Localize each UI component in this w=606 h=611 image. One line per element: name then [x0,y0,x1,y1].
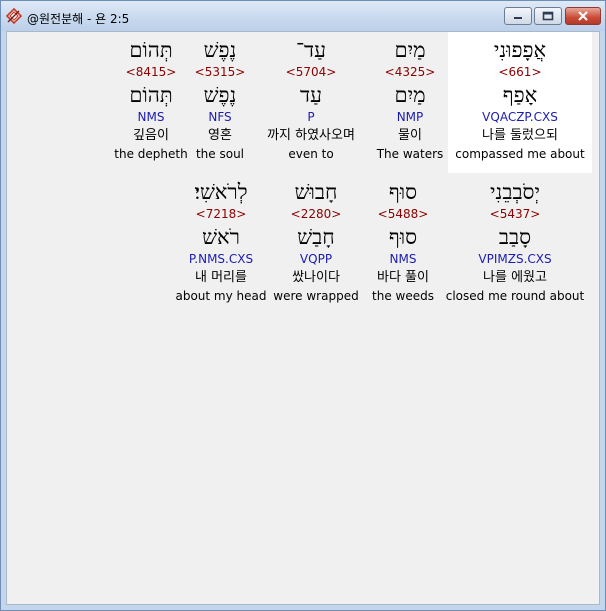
minimize-icon [514,17,522,19]
maximize-button[interactable] [534,7,562,25]
title-bar[interactable]: @원전분해 - 욘 2:5 [1,1,605,31]
parsing-code: P.NMS.CXS [188,252,254,266]
strong-number[interactable]: <7218> [149,206,293,223]
bible-app-icon [5,7,23,25]
hebrew-surface: לְרֹאשִׁי׃ [194,180,248,204]
hebrew-surface: תְּהוֹם [129,38,173,62]
minimize-button[interactable] [504,7,532,25]
korean-gloss: 깊음이 [133,128,169,143]
strong-number[interactable]: <8415> [79,64,223,81]
hebrew-lemma: תְּהוֹם [129,83,173,107]
word-cell-9[interactable]: לְרֹאשִׁי׃ <7218> רֹאשׁ P.NMS.CXS 내 머리를 … [149,178,293,304]
word-analysis-panel: אֲפָפוּנִי <661> אָפַף VQACZP.CXS 나를 둘렀으… [6,31,600,605]
window-title: @원전분해 - 욘 2:5 [27,12,130,26]
parsing-code: NMS [137,110,165,124]
korean-gloss: 내 머리를 [195,270,247,285]
english-gloss: about my head [175,289,267,303]
close-button[interactable] [565,7,601,25]
app-window: @원전분해 - 욘 2:5 אֲפָפוּנִי <661> אָפַף VQA… [0,0,606,611]
english-gloss: the depheth [114,147,188,161]
word-cell-5[interactable]: תְּהוֹם <8415> תְּהוֹם NMS 깊음이 the dephe… [79,36,223,162]
hebrew-lemma: רֹאשׁ [202,225,240,249]
close-icon [578,11,588,21]
maximize-icon [542,11,554,21]
